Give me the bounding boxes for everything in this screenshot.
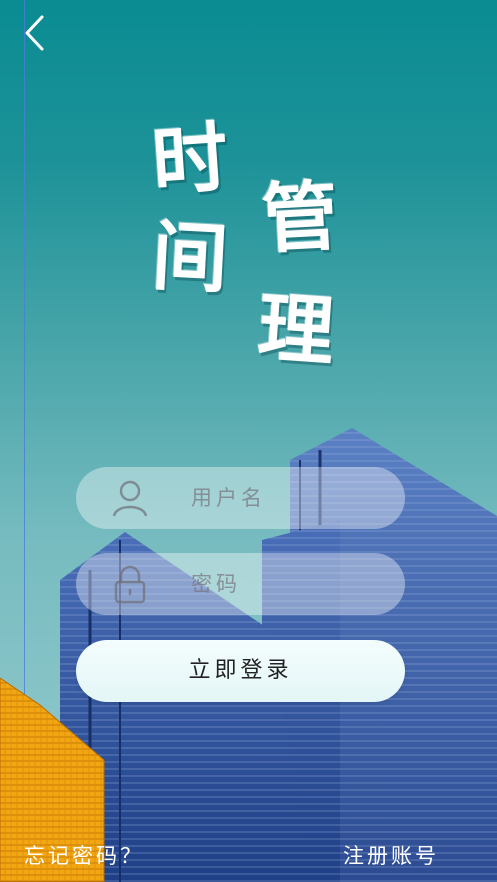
back-button[interactable]	[18, 12, 58, 54]
username-field[interactable]: 用户名	[76, 467, 405, 529]
user-icon	[112, 480, 148, 517]
register-link[interactable]: 注册账号	[343, 840, 439, 870]
title-char-between: 间	[149, 211, 231, 304]
chevron-left-icon	[25, 15, 44, 51]
lock-icon	[114, 565, 146, 604]
title-char-manage: 管	[259, 171, 341, 264]
title-char-reason: 理	[255, 282, 338, 377]
title-char-time: 时	[148, 112, 231, 207]
forgot-password-link[interactable]: 忘记密码？	[24, 840, 144, 870]
password-field[interactable]: 密码	[76, 553, 405, 615]
username-placeholder: 用户名	[191, 486, 266, 510]
login-button[interactable]: 立即登录	[76, 640, 405, 702]
password-placeholder: 密码	[191, 572, 241, 596]
